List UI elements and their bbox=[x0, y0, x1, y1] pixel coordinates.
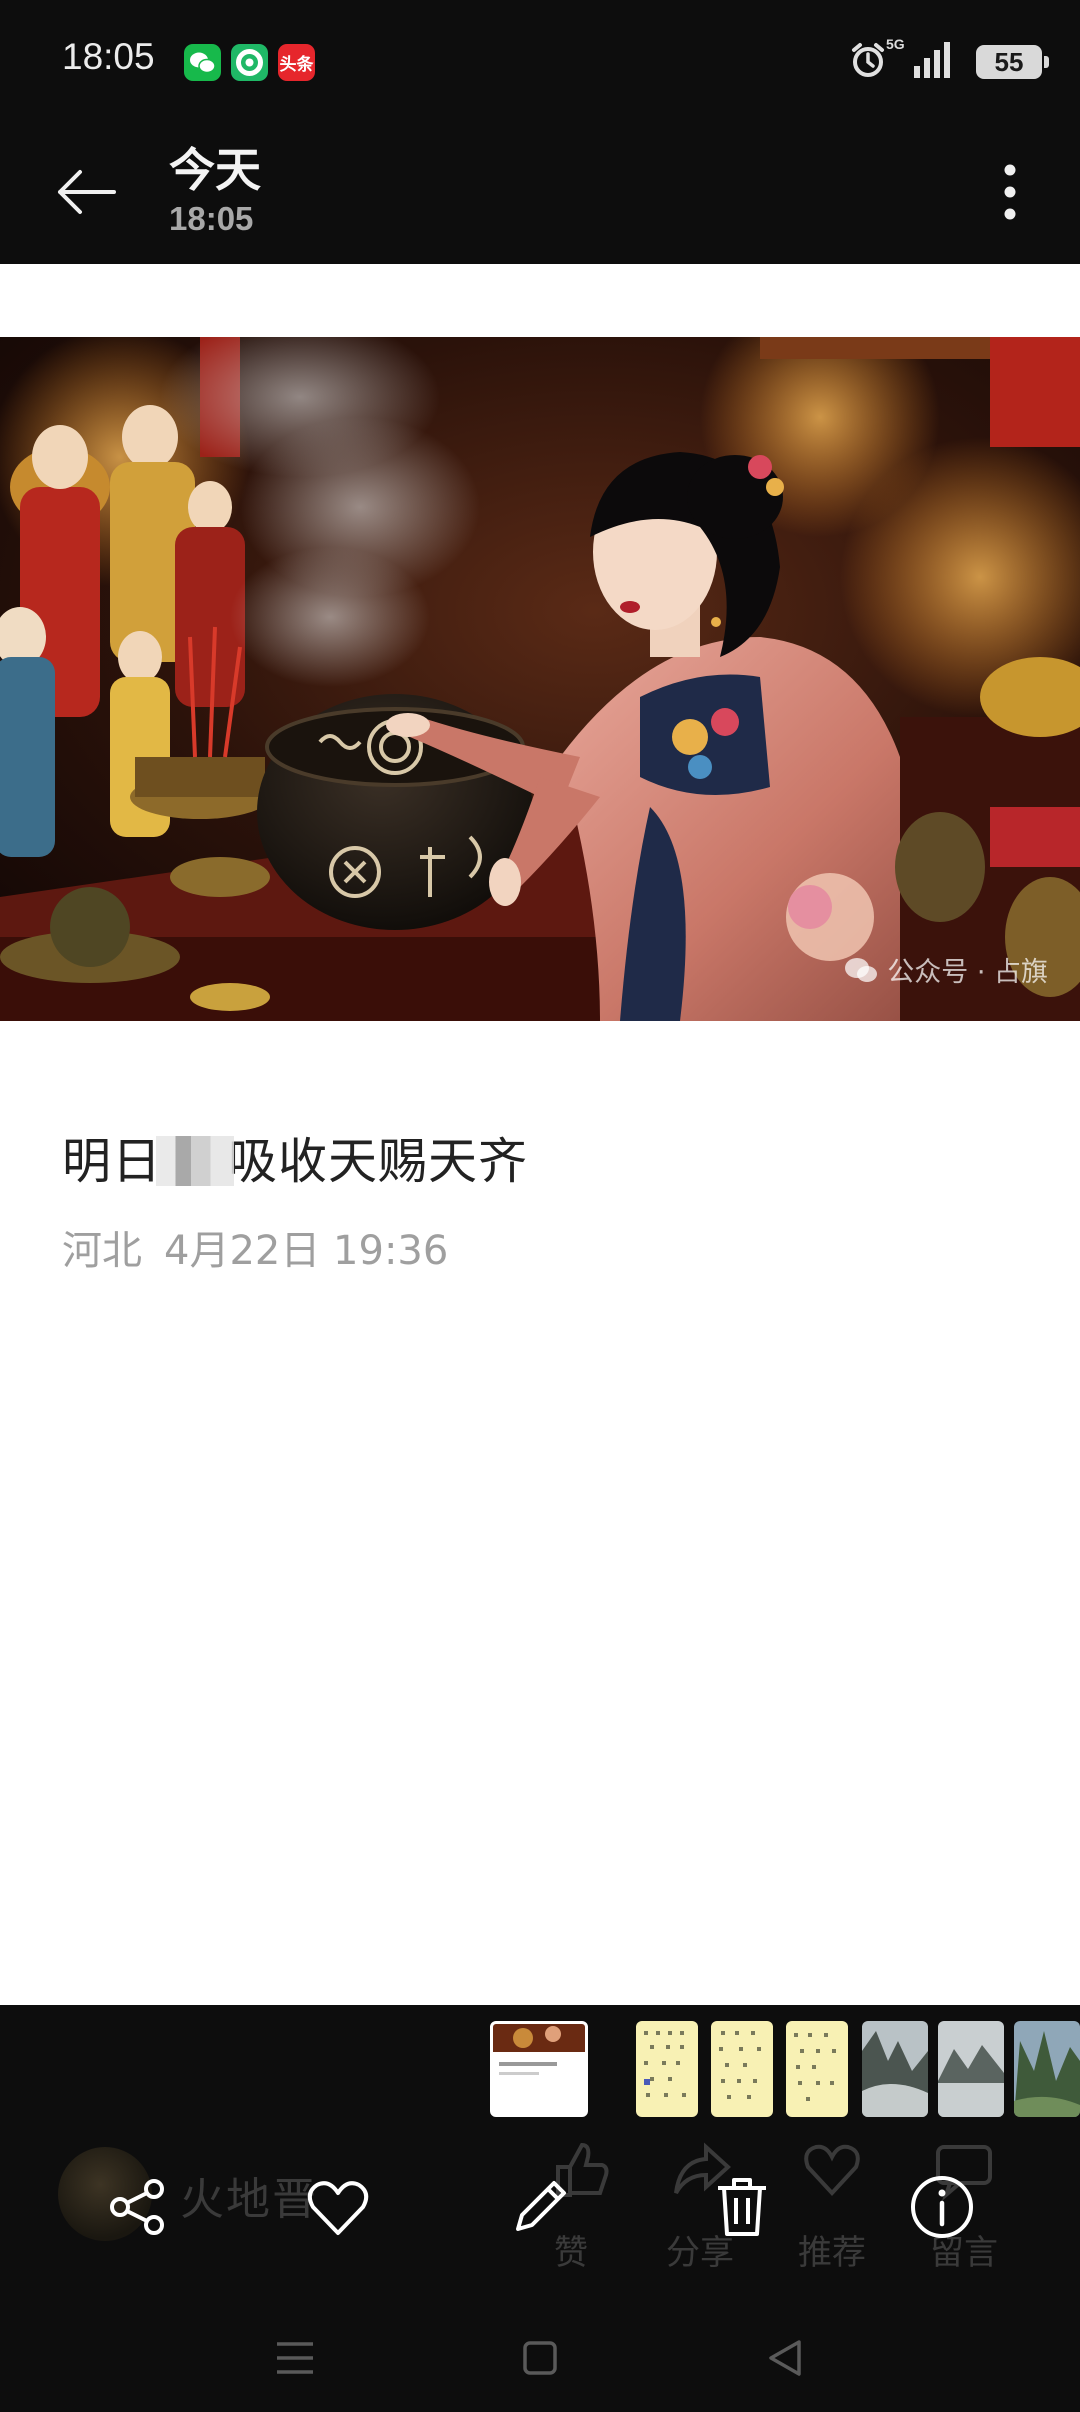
home-square-icon bbox=[523, 2341, 557, 2375]
ring-app-icon bbox=[231, 44, 268, 81]
image-watermark: 公众号 · 占旗 bbox=[843, 950, 1048, 989]
back-arrow-icon bbox=[58, 170, 116, 214]
signal-icon: 5G bbox=[886, 36, 954, 84]
page-title: 今天 bbox=[169, 143, 261, 197]
notification-icons: 头条 bbox=[184, 44, 315, 81]
status-bar: 18:05 头条 5G 55 bbox=[0, 0, 1080, 126]
thumbnail-doc-1[interactable] bbox=[636, 2021, 698, 2117]
status-indicators: 5G 55 bbox=[848, 36, 1049, 84]
network-type-label: 5G bbox=[886, 36, 905, 52]
header-bar: 今天 18:05 bbox=[0, 126, 1080, 264]
article-title[interactable]: 明日 吸收天赐天齐 bbox=[62, 1122, 528, 1193]
redacted-text-mosaic bbox=[156, 1136, 235, 1186]
article-cover-image[interactable]: 公众号 · 占旗 bbox=[0, 337, 1080, 1021]
thumbnail-strip[interactable] bbox=[0, 2015, 1080, 2125]
edit-icon bbox=[516, 2181, 566, 2231]
article-location: 河北 bbox=[62, 1228, 142, 1274]
cover-illustration bbox=[0, 337, 1080, 1021]
article-date: 4月22日 19:36 bbox=[164, 1228, 449, 1274]
article-title-end: 吸收天赐天齐 bbox=[228, 1133, 529, 1190]
status-time: 18:05 bbox=[62, 36, 155, 77]
favorite-icon bbox=[307, 2181, 369, 2235]
info-icon bbox=[911, 2176, 973, 2238]
article-title-start: 明日 bbox=[62, 1133, 163, 1190]
edit-button[interactable] bbox=[504, 2171, 576, 2243]
alarm-icon bbox=[848, 40, 888, 84]
info-button[interactable] bbox=[906, 2171, 978, 2243]
recent-apps-button[interactable] bbox=[270, 2333, 320, 2383]
menu-lines-icon bbox=[277, 2342, 313, 2374]
share-icon bbox=[110, 2179, 164, 2235]
share-button[interactable] bbox=[102, 2171, 174, 2243]
page-subtitle-time: 18:05 bbox=[169, 200, 254, 237]
thumbnail-doc-3[interactable] bbox=[786, 2021, 848, 2117]
toutiao-icon: 头条 bbox=[278, 44, 315, 81]
wechat-icon bbox=[184, 44, 221, 81]
back-button[interactable] bbox=[44, 150, 128, 234]
article-meta: 河北 4月22日 19:36 bbox=[62, 1218, 448, 1276]
thumbnail-mountain-1[interactable] bbox=[862, 2021, 928, 2117]
gallery-action-bar bbox=[0, 2135, 1080, 2285]
battery-indicator: 55 bbox=[976, 45, 1049, 79]
delete-icon bbox=[718, 2178, 766, 2236]
nav-back-button[interactable] bbox=[760, 2333, 810, 2383]
watermark-text: 公众号 · 占旗 bbox=[887, 957, 1048, 988]
home-button[interactable] bbox=[515, 2333, 565, 2383]
system-navigation-bar bbox=[0, 2305, 1080, 2412]
more-vertical-icon bbox=[1004, 164, 1016, 220]
back-triangle-icon bbox=[769, 2340, 801, 2376]
wechat-watermark-icon bbox=[845, 957, 878, 982]
more-options-button[interactable] bbox=[970, 152, 1050, 232]
favorite-button[interactable] bbox=[302, 2171, 374, 2243]
thumbnail-current-article[interactable] bbox=[490, 2021, 588, 2117]
thumbnail-doc-2[interactable] bbox=[711, 2021, 773, 2117]
bottom-panel: 火地晋 赞 分享 推荐 留言 bbox=[0, 2005, 1080, 2412]
delete-button[interactable] bbox=[706, 2171, 778, 2243]
thumbnail-mountain-2[interactable] bbox=[938, 2021, 1004, 2117]
thumbnail-mountain-3[interactable] bbox=[1014, 2021, 1080, 2117]
